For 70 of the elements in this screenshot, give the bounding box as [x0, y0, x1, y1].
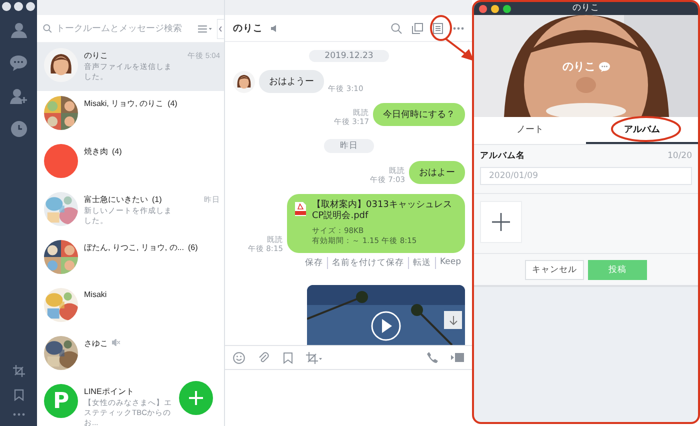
play-icon[interactable] [371, 311, 401, 341]
crop-icon[interactable] [12, 365, 24, 377]
highlight-ring [430, 15, 452, 41]
avatar: P [44, 384, 78, 418]
friends-icon[interactable] [10, 22, 26, 38]
new-chat-button[interactable] [179, 381, 213, 415]
copy-icon[interactable] [412, 22, 423, 34]
contact-name: のりこ [84, 50, 108, 61]
album-name-field[interactable]: 2020/01/09 [480, 167, 692, 185]
more-icon[interactable] [453, 26, 464, 30]
attachment-icon[interactable] [258, 352, 270, 364]
speaker-icon[interactable] [271, 24, 279, 32]
member-count: (4) [112, 147, 122, 156]
plus-icon [189, 391, 203, 405]
pdf-file-icon [295, 202, 306, 216]
window-title: のりこ [572, 2, 600, 15]
chat-list-item[interactable]: 焼き肉 (4) [37, 139, 224, 187]
menu-icon[interactable] [198, 24, 214, 32]
date-divider: 2019.12.23 [308, 50, 390, 62]
chat-list-item[interactable]: ぼたん, りつこ, リョウ, の... (6) [37, 235, 224, 283]
character-counter: 10/20 [668, 151, 692, 161]
chat-list-item[interactable]: さゆこ [37, 331, 224, 379]
chat-bubble-icon[interactable] [598, 62, 610, 72]
contact-name: Misaki, リョウ, のりこ [84, 98, 164, 109]
message-bubble: おはようー [259, 70, 324, 93]
avatar-icon [233, 71, 255, 93]
tab[interactable]: ノート [474, 117, 586, 144]
contact-name: 焼き肉 [84, 146, 108, 157]
chat-list-item[interactable]: Misaki, リョウ, のりこ (4) [37, 91, 224, 139]
more-icon[interactable] [12, 413, 24, 416]
emoji-icon[interactable] [233, 352, 245, 364]
contact-name: ぼたん, りつこ, リョウ, の... [84, 242, 184, 253]
contact-name: 富士急にいきたい [84, 194, 148, 205]
plus-icon [492, 213, 510, 231]
member-count: (1) [152, 195, 162, 204]
clock-icon[interactable] [10, 121, 26, 137]
file-name: 【取材案内】0313キャッシュレスCP説明会.pdf [312, 200, 453, 222]
add-friend-icon[interactable] [10, 88, 27, 104]
video-call-icon[interactable] [451, 353, 464, 362]
chat-list-item[interactable]: Misaki [37, 283, 224, 331]
screenshot-icon[interactable] [306, 352, 323, 364]
search-icon [43, 24, 52, 33]
phone-icon[interactable] [427, 352, 438, 363]
download-icon [448, 316, 458, 324]
search-icon[interactable] [391, 22, 402, 34]
chats-icon[interactable] [10, 55, 27, 71]
file-action-link[interactable]: Keep [434, 257, 461, 269]
file-action-link[interactable]: 名前を付けて保存 [326, 257, 404, 269]
date-divider: 昨日 [324, 139, 374, 153]
highlight-ring [611, 116, 681, 142]
member-count: (6) [188, 243, 198, 252]
message-bubble: おはよー [409, 161, 465, 184]
member-count: (4) [168, 99, 178, 108]
chat-title: のりこ [233, 22, 263, 34]
profile-name: のりこ [562, 59, 596, 74]
file-action-link[interactable]: 保存 [304, 257, 323, 269]
contact-name: LINEポイント [84, 386, 134, 397]
bookmark-icon[interactable] [14, 389, 24, 401]
message-bubble: 今日何時にする？ [373, 103, 465, 126]
contact-name: Misaki [84, 290, 107, 299]
field-label: アルバム名 [480, 150, 525, 162]
add-photo-button[interactable] [480, 201, 522, 243]
download-button[interactable] [444, 311, 462, 329]
collapse-tab[interactable] [217, 18, 224, 38]
cancel-button[interactable]: キャンセル [525, 260, 584, 280]
avatar-icon [44, 48, 78, 82]
bookmark-icon[interactable] [283, 352, 293, 364]
note-icon[interactable] [433, 22, 443, 34]
file-action-link[interactable]: 転送 [408, 257, 431, 269]
contact-name: さゆこ [84, 338, 108, 349]
